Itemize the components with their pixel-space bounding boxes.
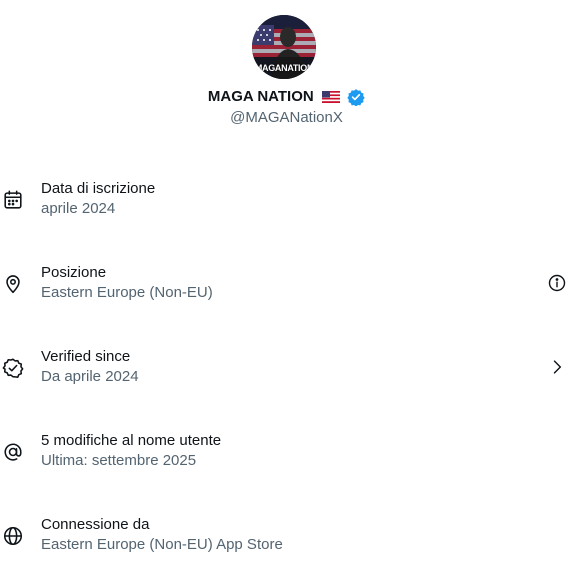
profile-header: MAGANATION MAGA NATION @MAGANationX [0,0,573,140]
joined-date-row: Data di iscrizione aprile 2024 [0,170,573,230]
row-label: 5 modifiche al nome utente [41,432,222,449]
globe-icon [3,526,23,546]
handle: @MAGANationX [230,109,343,126]
display-name-row: MAGA NATION [0,87,573,107]
row-value: Da aprile 2024 [41,368,139,385]
location-row: Posizione Eastern Europe (Non-EU) [0,254,573,314]
row-value: Eastern Europe (Non-EU) [41,284,213,301]
row-label: Posizione [41,264,107,281]
row-value: Ultima: settembre 2025 [41,452,197,469]
username-changes-row: 5 modifiche al nome utente Ultima: sette… [0,422,573,482]
connection-row: Connessione da Eastern Europe (Non-EU) A… [0,506,573,566]
chevron-right-icon[interactable] [547,357,567,377]
avatar[interactable]: MAGANATION [252,15,316,79]
verified-since-row[interactable]: Verified since Da aprile 2024 [0,338,573,398]
row-value: aprile 2024 [41,200,116,217]
location-pin-icon [6,275,20,294]
display-name: MAGA NATION [207,88,314,106]
calendar-icon [4,190,22,209]
verified-badge-icon[interactable] [347,88,365,107]
info-icon[interactable] [547,273,567,293]
avatar-text: MAGANATION [254,63,314,73]
row-label: Data di iscrizione [41,180,156,197]
row-value: Eastern Europe (Non-EU) App Store [41,536,283,553]
row-label: Verified since [41,348,131,365]
row-label: Connessione da [41,516,150,533]
verified-check-icon [2,358,24,378]
us-flag-icon [321,91,340,104]
at-sign-icon [4,443,22,461]
